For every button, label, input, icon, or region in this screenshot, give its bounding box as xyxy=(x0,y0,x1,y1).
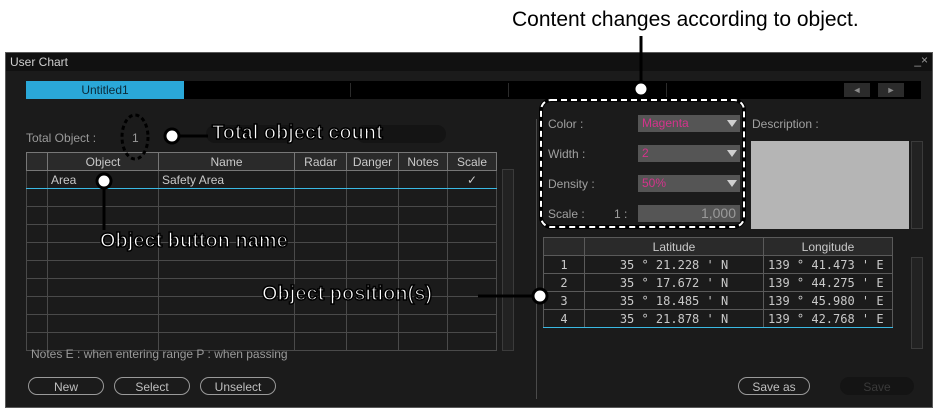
content-highlight-outer xyxy=(539,98,746,229)
callout-object-positions: Object position(s) xyxy=(261,282,433,306)
callout-dot xyxy=(632,80,650,98)
callout-dot xyxy=(163,127,181,145)
total-count-highlight xyxy=(120,113,150,161)
callout-dot xyxy=(95,172,113,190)
content-highlight-dash xyxy=(540,99,745,228)
callout-dot xyxy=(531,287,549,305)
callout-total-object-count: Total object count xyxy=(211,121,383,145)
annotation-overlay xyxy=(95,36,746,305)
callout-object-button-name: Object button name xyxy=(99,229,288,253)
